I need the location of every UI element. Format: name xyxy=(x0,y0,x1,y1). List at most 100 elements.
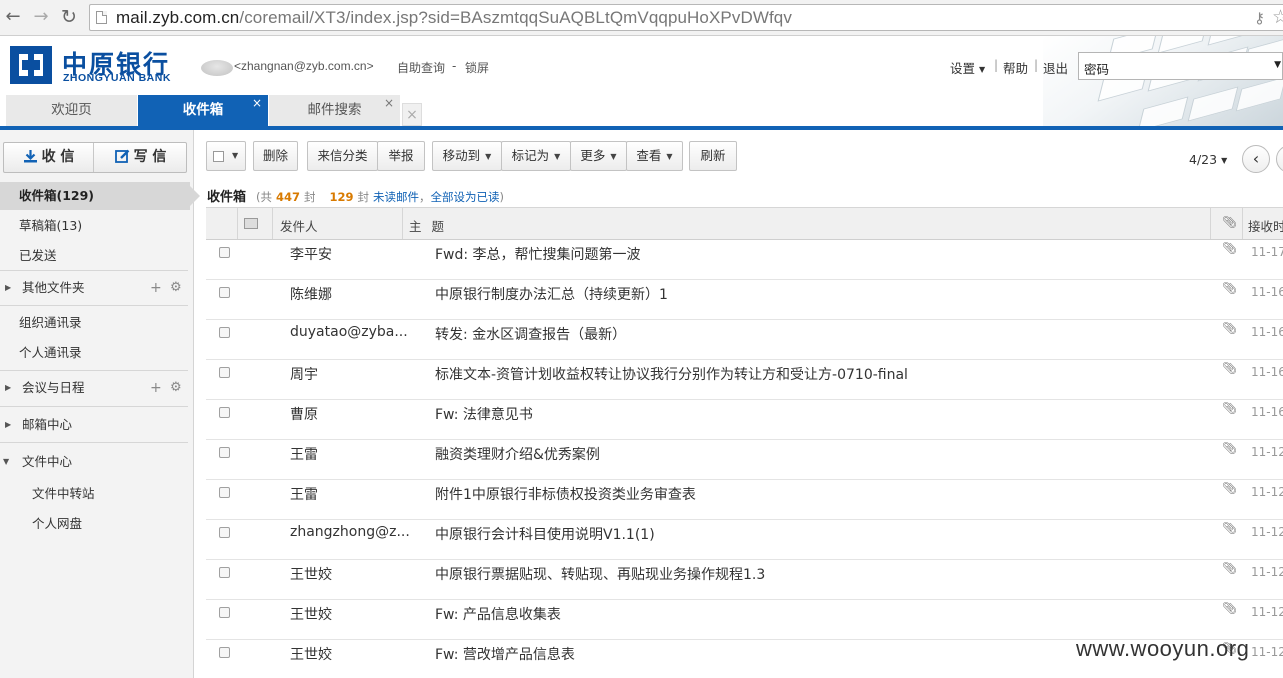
deco-key xyxy=(1157,36,1209,54)
column-divider xyxy=(1210,208,1211,239)
forward-arrow-icon[interactable]: → xyxy=(30,6,52,28)
tab-mail-search[interactable]: 邮件搜索 × xyxy=(269,95,400,126)
add-folder-icon[interactable]: + xyxy=(150,274,162,302)
file-transfer-station[interactable]: 文件中转站 xyxy=(0,480,193,508)
table-row[interactable]: 陈维娜 中原银行制度办法汇总（持续更新）1 📎︎ 11-16 xyxy=(206,280,1283,320)
select-all-checkbox[interactable] xyxy=(213,151,224,162)
collapse-arrow-icon[interactable]: ▼ xyxy=(3,448,9,476)
folder-sidebar: 收 信 写 信 收件箱(129) 草稿箱(13) 已发送 ▶ 其他文件夹 + ⚙… xyxy=(0,130,200,678)
bank-logo-mark-icon xyxy=(10,46,52,84)
folder-inbox[interactable]: 收件箱(129) xyxy=(0,182,200,210)
back-arrow-icon[interactable]: ← xyxy=(2,6,24,28)
table-row[interactable]: zhangzhong@z... 中原银行会计科目使用说明V1.1(1) 📎︎ 11-1… xyxy=(206,520,1283,560)
row-subject[interactable]: Fw: 营改增产品信息表 xyxy=(435,644,575,664)
table-row[interactable]: 王世姣 Fw: 产品信息收集表 📎︎ 11-12 xyxy=(206,600,1283,640)
folder-sent-label: 已发送 xyxy=(19,248,57,263)
row-subject[interactable]: Fw: 法律意见书 xyxy=(435,404,533,424)
add-event-icon[interactable]: + xyxy=(150,374,162,402)
expand-arrow-icon[interactable]: ▶ xyxy=(5,374,11,402)
settings-menu[interactable]: 设置 ▼ xyxy=(950,58,985,77)
close-icon[interactable]: × xyxy=(384,88,394,119)
settings-label: 设置 xyxy=(950,61,976,76)
folder-sent[interactable]: 已发送 xyxy=(0,242,193,270)
row-subject[interactable]: Fwd: 李总，帮忙搜集问题第一波 xyxy=(435,244,641,264)
page-selector[interactable]: 4/23 ▼ xyxy=(1189,152,1227,167)
url-text[interactable]: mail.zyb.com.cn/coremail/XT3/index.jsp?s… xyxy=(116,8,792,28)
table-row[interactable]: 王雷 融资类理财介绍&优秀案例 📎︎ 11-12 xyxy=(206,440,1283,480)
compose-mail-button[interactable]: 写 信 xyxy=(95,143,186,172)
meeting-calendar[interactable]: ▶ 会议与日程 + ⚙ xyxy=(0,374,193,402)
row-checkbox[interactable] xyxy=(219,487,230,498)
file-center[interactable]: ▼ 文件中心 xyxy=(0,448,193,476)
password-select[interactable]: 密码 ▼ xyxy=(1078,52,1283,80)
table-row[interactable]: duyatao@zyba... 转发: 金水区调查报告（最新） 📎︎ 11-16 xyxy=(206,320,1283,360)
mailbox-center[interactable]: ▶ 邮箱中心 xyxy=(0,411,193,439)
row-checkbox[interactable] xyxy=(219,567,230,578)
paperclip-icon[interactable]: 📎︎ xyxy=(1222,215,1237,229)
row-checkbox[interactable] xyxy=(219,647,230,658)
expand-arrow-icon[interactable]: ▶ xyxy=(5,411,11,439)
contacts-organization[interactable]: 组织通讯录 xyxy=(0,309,193,337)
table-row[interactable]: 周宇 标准文本-资管计划收益权转让协议我行分别作为转让方和受让方-0710-fin… xyxy=(206,360,1283,400)
row-checkbox[interactable] xyxy=(219,447,230,458)
row-subject[interactable]: 标准文本-资管计划收益权转让协议我行分别作为转让方和受让方-0710-final xyxy=(435,364,908,384)
key-icon[interactable]: ⚷ xyxy=(1254,9,1265,27)
more-button[interactable]: 更多 ▼ xyxy=(570,141,627,171)
logout-link[interactable]: 退出 xyxy=(1043,58,1068,77)
row-checkbox[interactable] xyxy=(219,407,230,418)
self-query-link[interactable]: 自助查询 xyxy=(397,59,445,76)
column-subject[interactable]: 主题 xyxy=(409,216,454,235)
table-row[interactable]: 李平安 Fwd: 李总，帮忙搜集问题第一波 📎︎ 11-17 xyxy=(206,240,1283,280)
report-spam-button[interactable]: 举报 xyxy=(377,141,425,171)
paperclip-icon: 📎︎ xyxy=(1222,601,1238,615)
view-button[interactable]: 查看 ▼ xyxy=(626,141,683,171)
row-subject[interactable]: 转发: 金水区调查报告（最新） xyxy=(435,324,626,344)
folder-drafts[interactable]: 草稿箱(13) xyxy=(0,212,193,240)
mark-all-read-link[interactable]: 全部设为已读 xyxy=(430,190,499,204)
envelope-icon[interactable] xyxy=(244,218,258,229)
tab-inbox[interactable]: 收件箱 × xyxy=(138,95,268,126)
close-all-tabs-icon[interactable]: × xyxy=(402,103,422,126)
sidebar-divider xyxy=(0,442,188,443)
contacts-personal[interactable]: 个人通讯录 xyxy=(0,339,193,367)
column-received-time[interactable]: 接收时 xyxy=(1248,216,1283,235)
close-icon[interactable]: × xyxy=(252,88,262,119)
mark-as-button[interactable]: 标记为 ▼ xyxy=(501,141,571,171)
select-all-dropdown[interactable]: ▼ xyxy=(206,141,246,171)
row-checkbox[interactable] xyxy=(219,287,230,298)
row-checkbox[interactable] xyxy=(219,527,230,538)
lock-screen-link[interactable]: 锁屏 xyxy=(465,59,489,76)
row-subject[interactable]: 中原银行会计科目使用说明V1.1(1) xyxy=(435,524,655,544)
personal-netdisk[interactable]: 个人网盘 xyxy=(0,510,193,538)
table-row[interactable]: 曹原 Fw: 法律意见书 📎︎ 11-16 xyxy=(206,400,1283,440)
classify-mail-button[interactable]: 来信分类 xyxy=(307,141,378,171)
row-checkbox[interactable] xyxy=(219,327,230,338)
move-to-button[interactable]: 移动到 ▼ xyxy=(432,141,502,171)
row-subject[interactable]: Fw: 产品信息收集表 xyxy=(435,604,561,624)
expand-arrow-icon[interactable]: ▶ xyxy=(5,274,11,302)
help-link[interactable]: 帮助 xyxy=(1003,58,1028,77)
next-page-button[interactable] xyxy=(1276,145,1283,173)
row-checkbox[interactable] xyxy=(219,247,230,258)
receive-mail-button[interactable]: 收 信 xyxy=(4,143,94,172)
table-row[interactable]: 王世姣 中原银行票据贴现、转贴现、再贴现业务操作规程1.3 📎︎ 11-12 xyxy=(206,560,1283,600)
prev-page-button[interactable]: ‹ xyxy=(1242,145,1270,173)
delete-button[interactable]: 删除 xyxy=(253,141,298,171)
gear-icon[interactable]: ⚙ xyxy=(170,274,182,302)
gear-icon[interactable]: ⚙ xyxy=(170,374,182,402)
tab-welcome[interactable]: 欢迎页 xyxy=(6,95,137,126)
row-checkbox[interactable] xyxy=(219,607,230,618)
table-row[interactable]: 王雷 附件1中原银行非标债权投资类业务审查表 📎︎ 11-12 xyxy=(206,480,1283,520)
reload-icon[interactable]: ↻ xyxy=(58,6,80,28)
row-subject[interactable]: 中原银行票据贴现、转贴现、再贴现业务操作规程1.3 xyxy=(435,564,765,584)
row-subject[interactable]: 融资类理财介绍&优秀案例 xyxy=(435,444,600,464)
row-subject[interactable]: 附件1中原银行非标债权投资类业务审查表 xyxy=(435,484,696,504)
row-checkbox[interactable] xyxy=(219,367,230,378)
column-sender[interactable]: 发件人 xyxy=(280,216,318,235)
row-subject[interactable]: 中原银行制度办法汇总（持续更新）1 xyxy=(435,284,668,304)
refresh-button[interactable]: 刷新 xyxy=(689,141,737,171)
bookmark-star-icon[interactable]: ☆ xyxy=(1272,6,1283,28)
folder-other[interactable]: ▶ 其他文件夹 + ⚙ xyxy=(0,274,193,302)
unread-mail-link[interactable]: 未读邮件 xyxy=(373,190,419,204)
address-bar[interactable]: mail.zyb.com.cn/coremail/XT3/index.jsp?s… xyxy=(89,4,1283,31)
